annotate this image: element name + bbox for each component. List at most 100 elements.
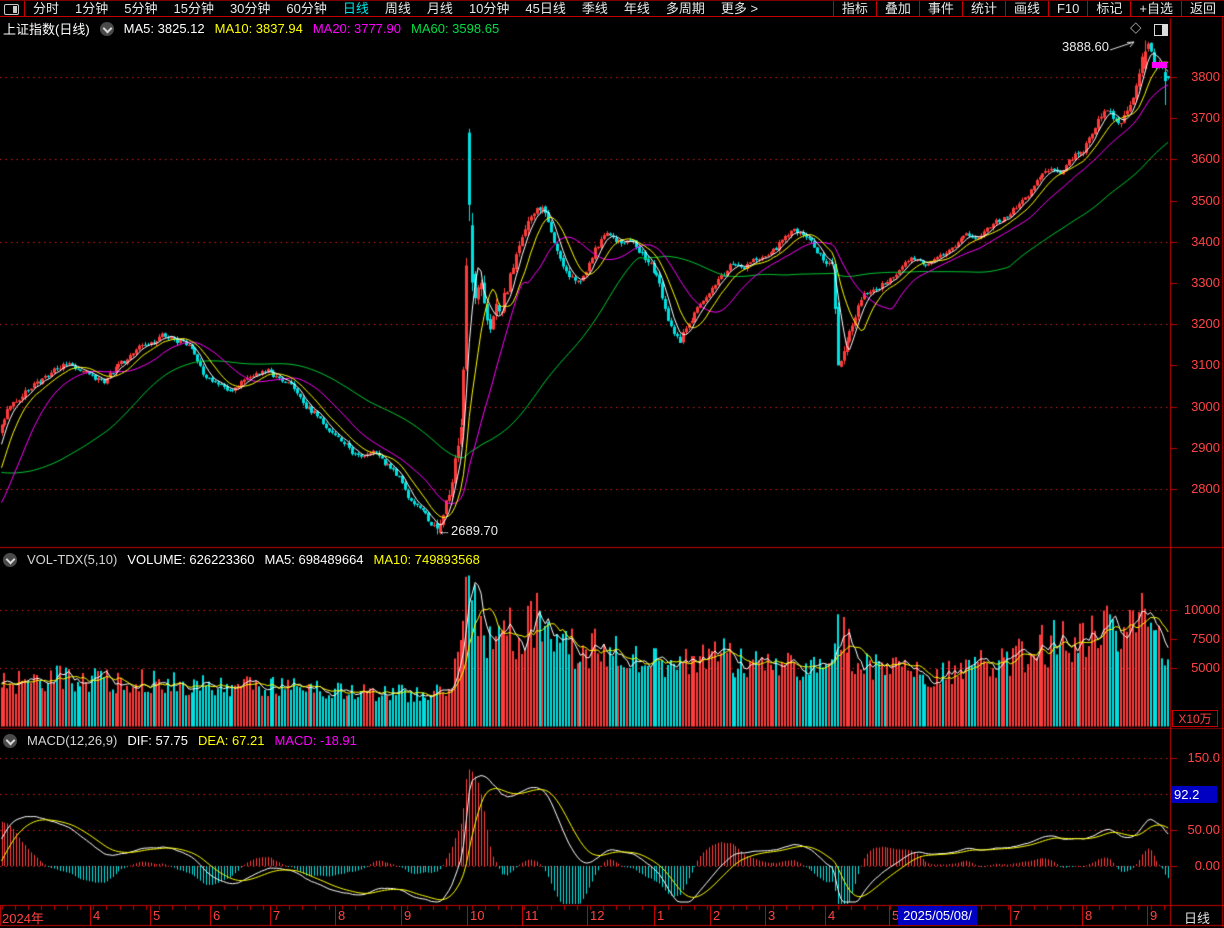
main-chart-header: 上证指数(日线) MA5: 3825.12 MA10: 3837.94 MA20… <box>3 19 499 38</box>
volume-ma10-value: MA10: 749893568 <box>374 552 480 567</box>
month-label: 4 <box>93 908 100 923</box>
month-label: 11 <box>525 908 539 923</box>
collapse-chevron-icon[interactable] <box>3 734 17 748</box>
month-label: 10 <box>470 908 484 923</box>
price-tick-label: 2900 <box>1178 440 1220 455</box>
ma5-value: MA5: 3825.12 <box>124 21 205 36</box>
month-separator <box>710 906 711 926</box>
month-separator <box>765 906 766 926</box>
month-separator <box>150 906 151 926</box>
month-separator <box>522 906 523 926</box>
price-tick-label: 3700 <box>1178 110 1220 125</box>
month-separator <box>1010 906 1011 926</box>
split-pane-icon[interactable] <box>1154 24 1168 36</box>
price-tick-label: 3800 <box>1178 69 1220 84</box>
menu-item-yearly[interactable]: 年线 <box>624 1 650 16</box>
topbar: 分时 1分钟 5分钟 15分钟 30分钟 60分钟 日线 周线 月线 10分钟 45日线 季线 年线 多周… <box>0 0 1224 17</box>
price-tick-label: 3500 <box>1178 193 1220 208</box>
button-mark[interactable]: 标记 <box>1087 1 1130 16</box>
macd-tick-label: 0.00 <box>1178 858 1220 873</box>
price-tick-label: 3600 <box>1178 151 1220 166</box>
month-label: 7 <box>1013 908 1020 923</box>
volume-tick-label: 7500 <box>1178 631 1220 646</box>
ma10-value: MA10: 3837.94 <box>215 21 303 36</box>
macd-pane-header: MACD(12,26,9) DIF: 57.75 DEA: 67.21 MACD… <box>3 733 357 748</box>
volume-tick-label: 10000 <box>1178 602 1220 617</box>
price-tick-label: 3400 <box>1178 234 1220 249</box>
month-label: 9 <box>1150 908 1157 923</box>
dea-value: DEA: 67.21 <box>198 733 265 748</box>
collapse-chevron-icon[interactable] <box>100 22 114 36</box>
macd-indicator-name: MACD(12,26,9) <box>27 733 117 748</box>
period-menu: 分时 1分钟 5分钟 15分钟 30分钟 60分钟 日线 周线 月线 10分钟 45日线 季线 年线 多周… <box>33 1 758 16</box>
month-separator <box>654 906 655 926</box>
price-tick-label: 2800 <box>1178 481 1220 496</box>
menu-item-more[interactable]: 更多 > <box>721 1 758 16</box>
instrument-title: 上证指数(日线) <box>3 19 90 38</box>
collapse-chevron-icon[interactable] <box>3 553 17 567</box>
month-separator <box>467 906 468 926</box>
macd-crosshair-value-tag: 92.2 <box>1171 786 1217 803</box>
ma60-value: MA60: 3598.65 <box>411 21 499 36</box>
menu-item-time-share[interactable]: 分时 <box>33 1 59 16</box>
month-separator <box>1147 906 1148 926</box>
month-label: 12 <box>590 908 604 923</box>
month-label: 2 <box>713 908 720 923</box>
menu-item-60min[interactable]: 60分钟 <box>286 1 326 16</box>
menu-item-multi-period[interactable]: 多周期 <box>666 1 705 16</box>
diamond-marker-icon[interactable]: ◇ <box>1130 20 1142 35</box>
menu-item-45day[interactable]: 45日线 <box>525 1 565 16</box>
month-separator <box>90 906 91 926</box>
menu-item-weekly[interactable]: 周线 <box>385 1 411 16</box>
macd-tick-label: 150.0 <box>1178 750 1220 765</box>
menu-item-30min[interactable]: 30分钟 <box>230 1 270 16</box>
menu-item-quarterly[interactable]: 季线 <box>582 1 608 16</box>
menu-item-15min[interactable]: 15分钟 <box>173 1 213 16</box>
menu-item-5min[interactable]: 5分钟 <box>124 1 157 16</box>
month-label: 1 <box>657 908 664 923</box>
button-overlay[interactable]: 叠加 <box>876 1 919 16</box>
button-add-watchlist[interactable]: +自选 <box>1130 1 1181 16</box>
volume-pane-header: VOL-TDX(5,10) VOLUME: 626223360 MA5: 698… <box>3 552 480 567</box>
button-f10[interactable]: F10 <box>1048 1 1087 16</box>
volume-indicator-name: VOL-TDX(5,10) <box>27 552 117 567</box>
tdx-window: 分时1分钟5分钟15分钟30分钟60分钟日线周线月线10分钟45日线季线年线多周… <box>0 0 1224 928</box>
high-price-label: 3888.60 <box>1062 39 1109 54</box>
month-label: 8 <box>338 908 345 923</box>
month-label: 8 <box>1085 908 1092 923</box>
month-label: 2024年 <box>2 908 44 927</box>
menu-item-10min[interactable]: 10分钟 <box>469 1 509 16</box>
menu-item-daily[interactable]: 日线 <box>343 1 369 16</box>
month-label: 6 <box>213 908 220 923</box>
button-statistics[interactable]: 统计 <box>962 1 1005 16</box>
month-label: 7 <box>273 908 280 923</box>
month-separator <box>335 906 336 926</box>
button-back[interactable]: 返回 <box>1181 1 1224 16</box>
chart-canvas[interactable] <box>0 0 1224 928</box>
topbar-divider <box>24 1 25 16</box>
price-tick-label: 3300 <box>1178 275 1220 290</box>
menu-item-monthly[interactable]: 月线 <box>427 1 453 16</box>
menu-item-1min[interactable]: 1分钟 <box>75 1 108 16</box>
volume-unit-label: X10万 <box>1172 710 1218 727</box>
macd-value: MACD: -18.91 <box>275 733 357 748</box>
latest-price-tag <box>1152 62 1167 68</box>
month-separator <box>587 906 588 926</box>
volume-value: VOLUME: 626223360 <box>127 552 254 567</box>
price-tick-label: 3000 <box>1178 399 1220 414</box>
button-event[interactable]: 事件 <box>919 1 962 16</box>
month-label: 3 <box>768 908 775 923</box>
topbar-buttons: 指标叠加事件统计画线F10标记+自选返回 <box>833 1 1224 16</box>
month-separator <box>825 906 826 926</box>
month-label: 5 <box>153 908 160 923</box>
month-separator <box>210 906 211 926</box>
price-tick-label: 3200 <box>1178 316 1220 331</box>
month-label: 9 <box>404 908 411 923</box>
month-separator <box>401 906 402 926</box>
layout-window-icon[interactable] <box>4 4 19 15</box>
button-draw-line[interactable]: 画线 <box>1005 1 1048 16</box>
period-indicator-label: 日线 <box>1174 908 1220 927</box>
month-label: 4 <box>828 908 835 923</box>
button-indicator[interactable]: 指标 <box>833 1 876 16</box>
month-separator <box>1082 906 1083 926</box>
